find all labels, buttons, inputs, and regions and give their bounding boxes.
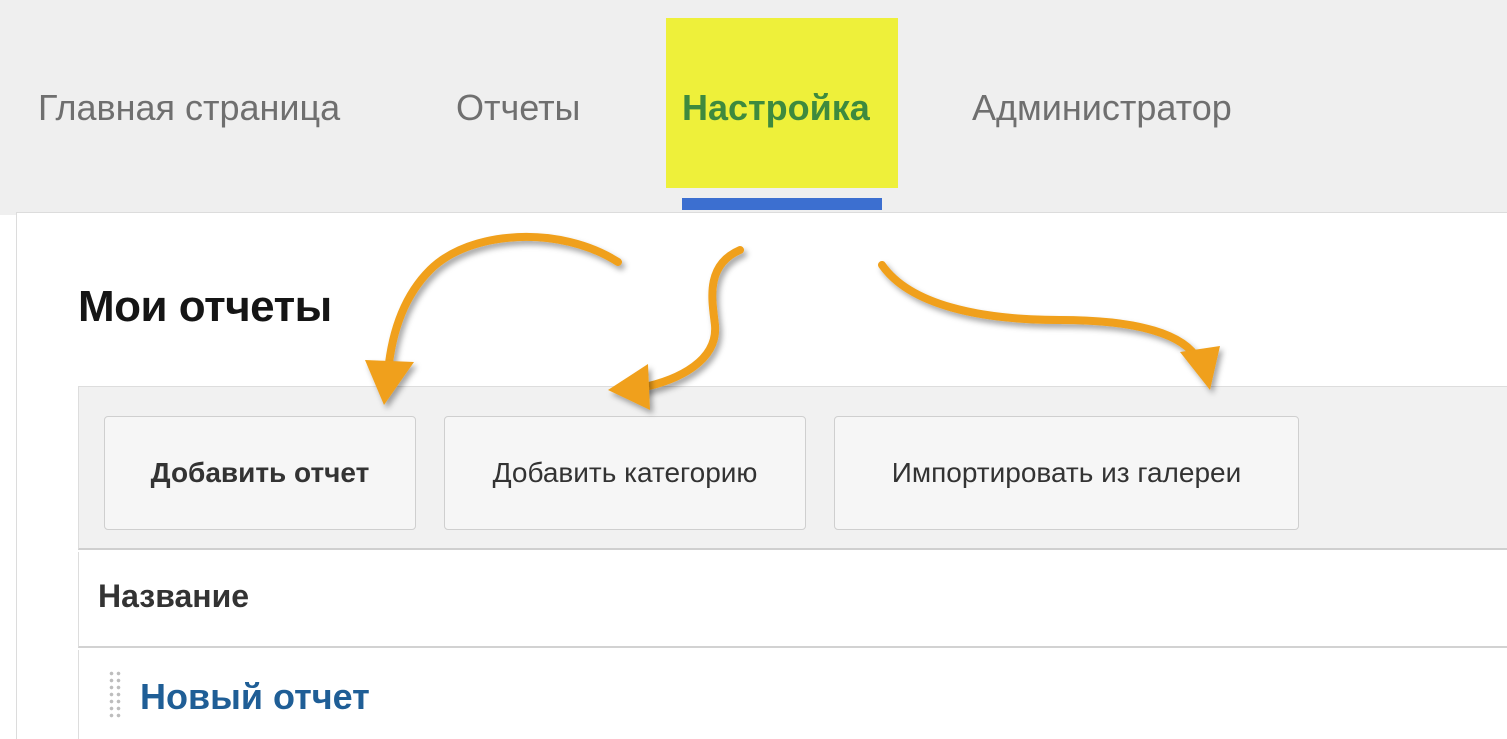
table-header bbox=[78, 552, 1507, 648]
tab-home[interactable]: Главная страница bbox=[38, 78, 340, 138]
tab-reports[interactable]: Отчеты bbox=[456, 78, 580, 138]
column-header-name[interactable]: Название bbox=[98, 578, 249, 615]
add-category-button[interactable]: Добавить категорию bbox=[444, 416, 806, 530]
report-link[interactable]: Новый отчет bbox=[140, 676, 370, 718]
tab-administrator[interactable]: Администратор bbox=[972, 78, 1232, 138]
drag-handle-icon[interactable] bbox=[108, 670, 122, 720]
page-title: Мои отчеты bbox=[78, 282, 332, 331]
add-report-button[interactable]: Добавить отчет bbox=[104, 416, 416, 530]
tab-settings[interactable]: Настройка bbox=[682, 78, 870, 138]
active-tab-underline bbox=[682, 198, 882, 210]
import-from-gallery-button[interactable]: Импортировать из галереи bbox=[834, 416, 1299, 530]
